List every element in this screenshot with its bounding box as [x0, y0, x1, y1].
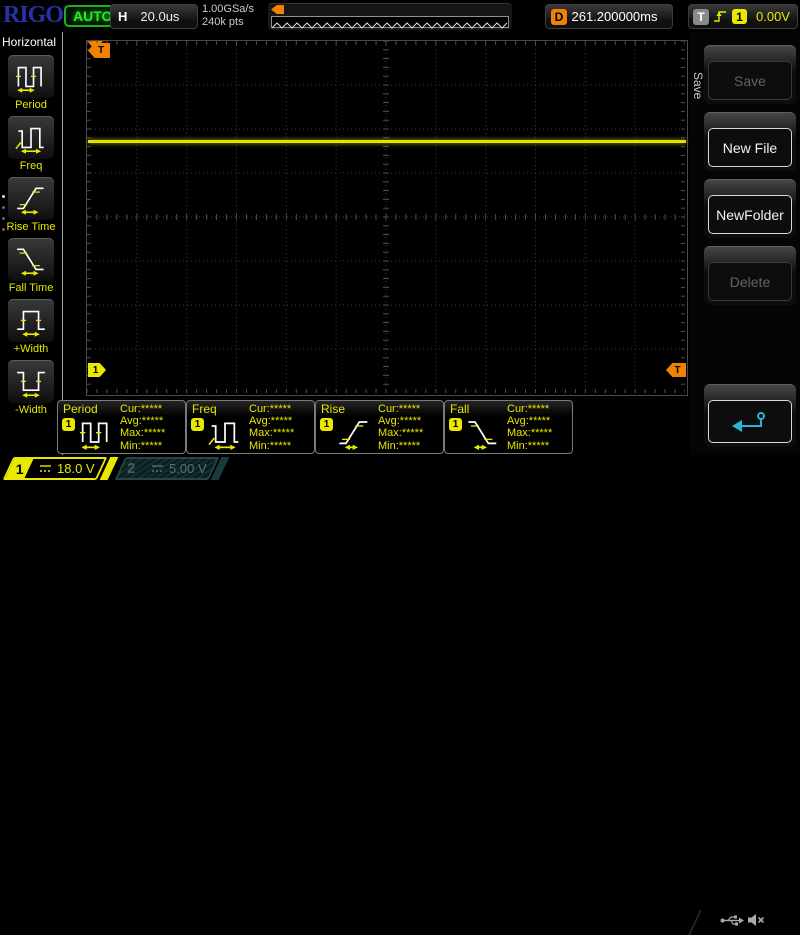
usb-icon: [720, 915, 744, 926]
menu-item-period[interactable]: Period: [8, 55, 54, 111]
measurement-box-period[interactable]: Period 1 Cur:***** Avg:***** Max:***** M…: [57, 400, 186, 454]
menu-item-plus-width[interactable]: +Width: [8, 299, 54, 355]
channel1-scale: 18.0 V: [39, 461, 95, 476]
rise-meas-icon: [339, 421, 368, 450]
preview-waveform: [271, 22, 508, 29]
waveform-preview-bar[interactable]: [268, 3, 512, 30]
freq-meas-icon: [208, 422, 239, 450]
bottom-bar-divider: [688, 910, 702, 935]
new-folder-button[interactable]: NewFolder: [708, 195, 792, 234]
return-button[interactable]: [708, 400, 792, 443]
delete-button[interactable]: Delete: [708, 262, 792, 301]
menu-item-freq[interactable]: Freq: [8, 116, 54, 172]
memory-window-strip: [271, 16, 509, 29]
measurement-box-rise[interactable]: Rise 1 Cur:***** Avg:***** Max:***** Min…: [315, 400, 444, 454]
measurement-source-badge: 1: [449, 418, 462, 431]
channel-status-bar: 1 18.0 V 2 5.00 V: [0, 455, 800, 935]
channel1-number: 1: [5, 459, 34, 478]
right-menu-title: Save: [691, 72, 705, 100]
dc-coupling-icon: [152, 465, 163, 472]
channel2-number: 2: [127, 460, 136, 477]
acquisition-info: 1.00GSa/s 240k pts: [202, 3, 254, 29]
sample-rate: 1.00GSa/s: [202, 3, 254, 15]
rising-edge-icon: [714, 11, 726, 22]
measurement-box-fall[interactable]: Fall 1 Cur:***** Avg:***** Max:***** Min…: [444, 400, 573, 454]
left-menu-title: Horizontal: [2, 35, 57, 49]
waveform-display-area[interactable]: T 1 T: [86, 40, 688, 396]
fall-time-icon[interactable]: [8, 238, 54, 281]
left-measure-menu: Horizontal Period Freq Rise Time Fall Ti…: [0, 32, 63, 455]
delay-badge: D: [551, 8, 567, 25]
channel1-trace: [88, 140, 686, 143]
channel1-tab[interactable]: 1 18.0 V: [2, 457, 108, 480]
top-status-bar: RIGOL AUTO H 20.0us 1.00GSa/s 240k pts D…: [0, 0, 800, 32]
menu-item-fall-time[interactable]: Fall Time: [8, 238, 54, 294]
softkey-slot: [704, 384, 796, 447]
timebase-value: 20.0us: [140, 9, 180, 24]
trigger-level-value: 0.00V: [756, 9, 790, 24]
trigger-label-badge: T: [693, 8, 709, 25]
speaker-muted-icon: [748, 914, 765, 926]
measurement-box-freq[interactable]: Freq 1 Cur:***** Avg:***** Max:***** Min…: [186, 400, 315, 454]
measurement-source-badge: 1: [62, 418, 75, 431]
trigger-source-badge: 1: [732, 9, 747, 24]
measurement-source-badge: 1: [320, 418, 333, 431]
delay-value: 261.200000ms: [571, 9, 658, 24]
minus-width-icon[interactable]: [8, 360, 54, 403]
graticule-grid: [87, 41, 685, 393]
horizontal-label: H: [118, 9, 128, 24]
save-button[interactable]: Save: [708, 61, 792, 100]
horizontal-timebase-box[interactable]: H 20.0us: [110, 4, 198, 29]
softkey-slot: NewFolder: [704, 179, 796, 238]
new-file-button[interactable]: New File: [708, 128, 792, 167]
dc-coupling-icon: [40, 465, 51, 472]
softkey-slot: New File: [704, 112, 796, 171]
channel2-tab[interactable]: 2 5.00 V: [114, 457, 220, 480]
right-softkey-menu: Save Save New File NewFolder Delete: [690, 32, 800, 455]
delay-readout-box[interactable]: D 261.200000ms: [545, 4, 673, 29]
period-icon[interactable]: [8, 55, 54, 98]
softkey-slot: Delete: [704, 246, 796, 305]
period-meas-icon: [80, 422, 108, 450]
trigger-readout-box[interactable]: T 1 0.00V: [688, 4, 798, 29]
return-arrow-icon: [732, 411, 765, 432]
fall-meas-icon: [468, 421, 497, 450]
channel2-scale: 5.00 V: [151, 461, 207, 476]
softkey-slot: Save: [704, 45, 796, 104]
menu-page-dots: [2, 195, 5, 231]
menu-item-rise-time[interactable]: Rise Time: [7, 177, 55, 233]
menu-item-minus-width[interactable]: -Width: [8, 360, 54, 416]
plus-width-icon[interactable]: [8, 299, 54, 342]
measurement-source-badge: 1: [191, 418, 204, 431]
freq-icon[interactable]: [8, 116, 54, 159]
preview-position-marker-icon: [271, 5, 284, 14]
memory-depth: 240k pts: [202, 16, 244, 28]
rise-time-icon[interactable]: [8, 177, 54, 220]
